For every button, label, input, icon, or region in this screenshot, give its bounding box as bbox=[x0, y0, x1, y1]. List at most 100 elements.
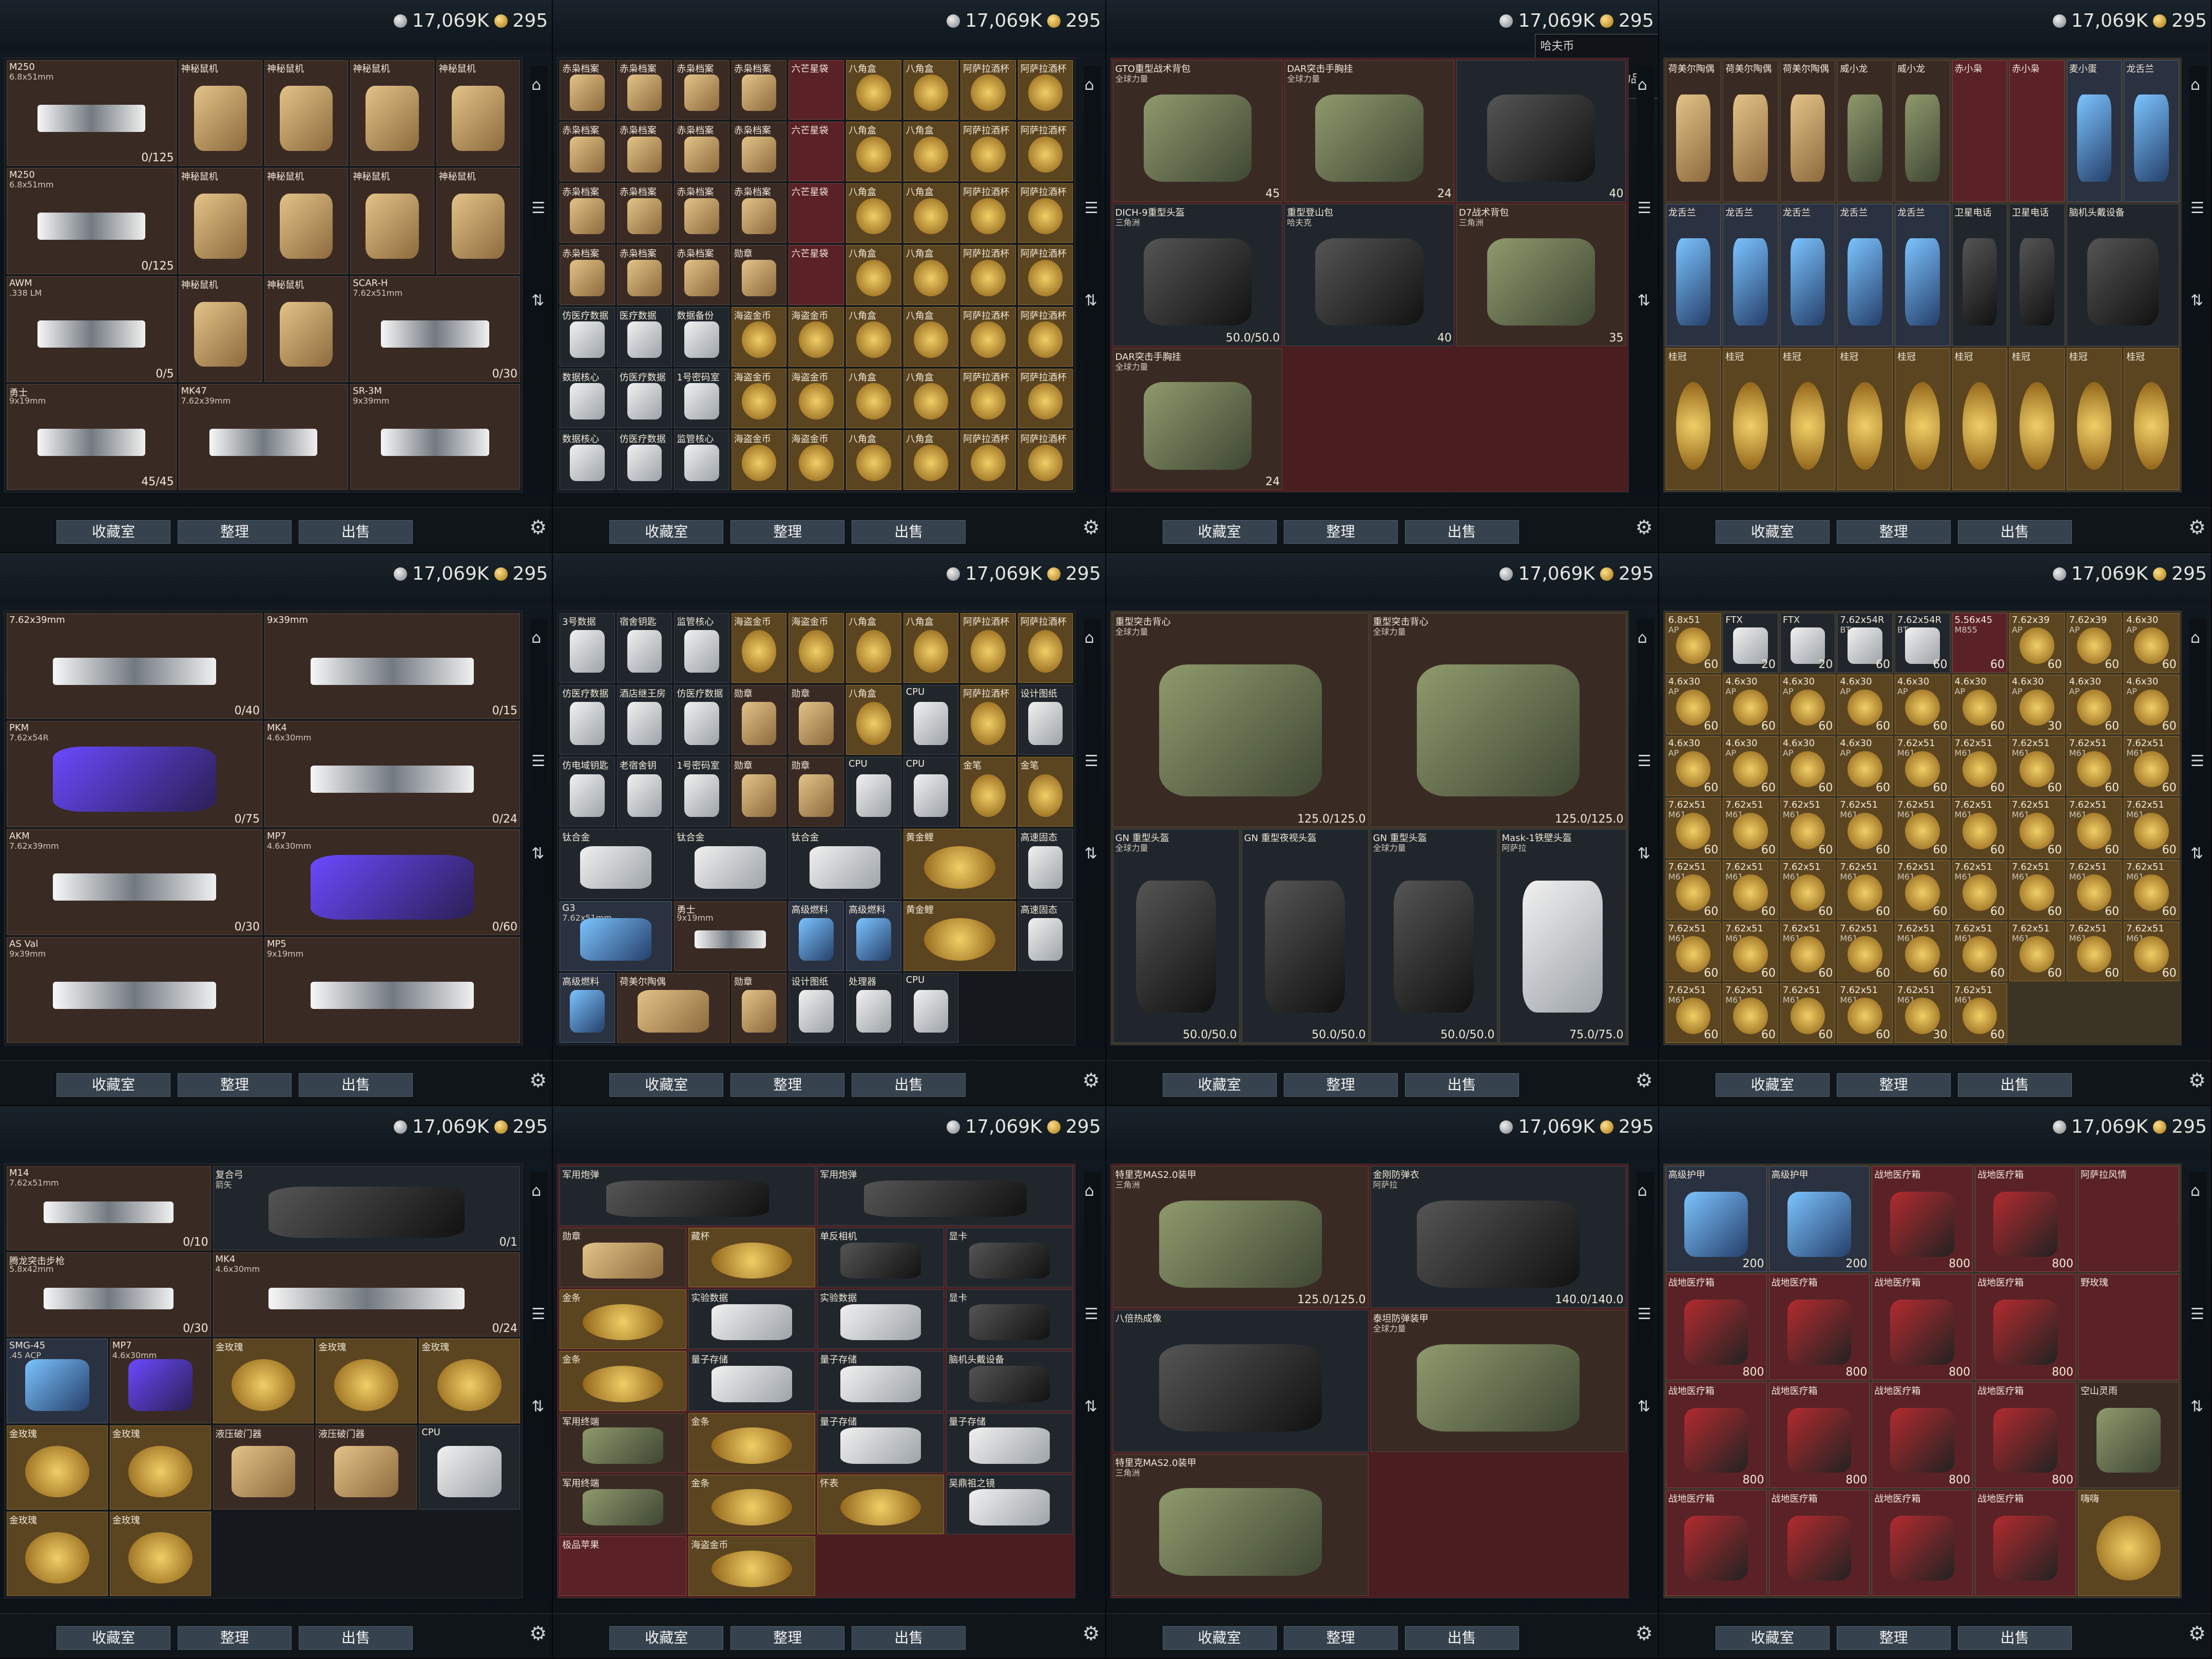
inventory-slot[interactable]: MK47 7.62x39mm bbox=[178, 384, 349, 490]
inventory-slot[interactable]: 量子存储 bbox=[946, 1413, 1073, 1473]
sort-icon[interactable]: ⇅ bbox=[1085, 1398, 1098, 1416]
settings-gear-icon[interactable]: ⚙ bbox=[2188, 516, 2206, 539]
inventory-slot[interactable]: 4.6x30 AP 60 bbox=[1894, 675, 1950, 735]
inventory-slot[interactable]: MP7 4.6x30mm bbox=[109, 1339, 211, 1423]
inventory-slot[interactable]: 六芒星袋 bbox=[788, 245, 844, 305]
inventory-slot[interactable]: 黄金鲤 bbox=[903, 901, 1016, 971]
inventory-slot[interactable]: M250 6.8x51mm 0/125 bbox=[7, 60, 177, 166]
inventory-slot[interactable]: 赤枭档案 bbox=[731, 122, 787, 182]
filter-icon[interactable]: ☰ bbox=[2190, 199, 2204, 217]
inventory-slot[interactable]: 赤枭档案 bbox=[617, 60, 672, 120]
settings-gear-icon[interactable]: ⚙ bbox=[2188, 1622, 2206, 1645]
sort-button[interactable]: 整理 bbox=[1283, 520, 1398, 544]
menu-icon[interactable]: ⌂ bbox=[1085, 1182, 1094, 1200]
inventory-slot[interactable]: MK4 4.6x30mm 0/24 bbox=[264, 721, 520, 827]
inventory-slot[interactable]: 赤枭档案 bbox=[674, 245, 729, 305]
inventory-slot[interactable]: CPU bbox=[903, 972, 959, 1043]
sell-button[interactable]: 出售 bbox=[1405, 520, 1519, 544]
inventory-slot[interactable]: 7.62x51 M61 60 bbox=[1894, 860, 1950, 920]
inventory-slot[interactable]: 嗨嗨 bbox=[2078, 1490, 2179, 1596]
inventory-slot[interactable]: 7.62x51 M61 60 bbox=[1952, 798, 2008, 858]
inventory-slot[interactable]: 金玫瑰 bbox=[316, 1339, 417, 1423]
inventory-slot[interactable]: 7.62x51 M61 60 bbox=[2066, 736, 2122, 796]
inventory-slot[interactable]: 腾龙突击步枪 5.8x42mm 0/30 bbox=[7, 1252, 211, 1337]
inventory-slot[interactable]: 阿萨拉酒杯 bbox=[960, 122, 1016, 182]
inventory-slot[interactable]: DAR突击手胸挂 全球力量 24 bbox=[1112, 348, 1283, 490]
inventory-slot[interactable]: 神秘鼠机 bbox=[264, 60, 349, 166]
inventory-slot[interactable]: 神秘鼠机 bbox=[178, 276, 262, 382]
inventory-slot[interactable]: 监管核心 bbox=[674, 613, 729, 683]
inventory-slot[interactable]: CPU bbox=[846, 757, 901, 827]
filter-icon[interactable]: ☰ bbox=[1085, 752, 1099, 770]
inventory-slot[interactable]: CPU bbox=[903, 757, 959, 827]
inventory-slot[interactable]: 7.62x51 M61 60 bbox=[1780, 798, 1836, 858]
inventory-slot[interactable]: 赤小枭 bbox=[2009, 60, 2065, 202]
inventory-slot[interactable]: 龙舌兰 bbox=[1894, 204, 1950, 346]
inventory-slot[interactable]: 7.62x51 M61 60 bbox=[1723, 860, 1778, 920]
inventory-slot[interactable]: 赤枭档案 bbox=[617, 245, 672, 305]
inventory-slot[interactable]: 八角盒 bbox=[846, 122, 901, 182]
inventory-slot[interactable]: 神秘鼠机 bbox=[350, 168, 434, 274]
inventory-slot[interactable]: 7.62x51 M61 60 bbox=[2124, 798, 2179, 858]
inventory-slot[interactable]: 阿萨拉酒杯 bbox=[960, 368, 1016, 428]
inventory-slot[interactable]: 八角盒 bbox=[846, 245, 901, 305]
inventory-slot[interactable]: 量子存储 bbox=[688, 1351, 816, 1411]
inventory-slot[interactable]: 荷美尔陶偶 bbox=[1665, 60, 1721, 202]
sell-button[interactable]: 出售 bbox=[1405, 1073, 1519, 1097]
inventory-slot[interactable]: 40 bbox=[1456, 60, 1626, 202]
inventory-slot[interactable]: 威小龙 bbox=[1894, 60, 1950, 202]
inventory-slot[interactable]: 仿医疗数据 bbox=[617, 430, 672, 490]
menu-icon[interactable]: ⌂ bbox=[531, 629, 541, 647]
inventory-slot[interactable]: 野玫瑰 bbox=[2078, 1274, 2179, 1380]
inventory-slot[interactable]: 7.62x39mm 0/40 bbox=[7, 613, 262, 719]
inventory-slot[interactable]: 龙舌兰 bbox=[1837, 204, 1893, 346]
inventory-slot[interactable]: 1号密码室 bbox=[674, 368, 729, 428]
sell-button[interactable]: 出售 bbox=[852, 1073, 966, 1097]
settings-gear-icon[interactable]: ⚙ bbox=[1082, 1622, 1100, 1645]
inventory-slot[interactable]: 阿萨拉酒杯 bbox=[1017, 368, 1073, 428]
menu-icon[interactable]: ⌂ bbox=[1085, 76, 1094, 94]
inventory-slot[interactable]: 7.62x39 AP 60 bbox=[2066, 613, 2122, 673]
inventory-slot[interactable]: 7.62x51 M61 60 bbox=[1952, 983, 2008, 1043]
inventory-slot[interactable]: 神秘鼠机 bbox=[436, 60, 520, 166]
sort-icon[interactable]: ⇅ bbox=[531, 292, 544, 310]
inventory-slot[interactable]: 龙舌兰 bbox=[1723, 204, 1778, 346]
inventory-slot[interactable]: 荷美尔陶偶 bbox=[617, 972, 729, 1043]
inventory-slot[interactable]: 赤枭档案 bbox=[560, 122, 615, 182]
filter-icon[interactable]: ☰ bbox=[1085, 199, 1099, 217]
inventory-slot[interactable]: 战地医疗箱 800 bbox=[1665, 1382, 1767, 1488]
filter-icon[interactable]: ☰ bbox=[1638, 752, 1651, 770]
inventory-slot[interactable]: 4.6x30 AP 60 bbox=[1665, 736, 1721, 796]
inventory-slot[interactable]: 神秘鼠机 bbox=[178, 168, 262, 274]
inventory-slot[interactable]: 仿医疗数据 bbox=[560, 307, 615, 367]
sell-button[interactable]: 出售 bbox=[299, 1626, 413, 1650]
sort-button[interactable]: 整理 bbox=[1836, 520, 1951, 544]
inventory-slot[interactable]: 设计图纸 bbox=[1017, 685, 1073, 755]
inventory-slot[interactable]: 桂冠 bbox=[1952, 348, 2008, 490]
inventory-slot[interactable]: 7.62x51 M61 60 bbox=[1665, 860, 1721, 920]
inventory-slot[interactable]: 勋章 bbox=[788, 757, 844, 827]
vault-button[interactable]: 收藏室 bbox=[1715, 1073, 1830, 1097]
inventory-slot[interactable]: 阿萨拉酒杯 bbox=[1017, 122, 1073, 182]
inventory-slot[interactable]: 单反相机 bbox=[817, 1228, 945, 1288]
inventory-slot[interactable]: 勋章 bbox=[731, 972, 787, 1043]
inventory-slot[interactable]: 钛合金 bbox=[788, 829, 901, 899]
inventory-slot[interactable]: 战地医疗箱 800 bbox=[1975, 1274, 2076, 1380]
inventory-slot[interactable]: 海盗金币 bbox=[788, 368, 844, 428]
sell-button[interactable]: 出售 bbox=[1405, 1626, 1519, 1650]
inventory-slot[interactable]: 战地医疗箱 bbox=[1872, 1490, 1973, 1596]
inventory-slot[interactable]: 荷美尔陶偶 bbox=[1780, 60, 1836, 202]
inventory-slot[interactable]: 卫星电话 bbox=[2009, 204, 2065, 346]
inventory-slot[interactable]: 赤枭档案 bbox=[731, 60, 787, 120]
inventory-slot[interactable]: 3号数据 bbox=[560, 613, 615, 683]
inventory-slot[interactable]: 海盗金币 bbox=[731, 430, 787, 490]
inventory-slot[interactable]: 极品苹果 bbox=[560, 1536, 687, 1596]
inventory-slot[interactable]: 桂冠 bbox=[1665, 348, 1721, 490]
inventory-slot[interactable]: 复合弓 箭矢 0/1 bbox=[213, 1166, 520, 1251]
inventory-slot[interactable]: 高速固态 bbox=[1017, 901, 1073, 971]
inventory-slot[interactable]: 7.62x51 M61 60 bbox=[1894, 798, 1950, 858]
inventory-slot[interactable]: 7.62x54R BT 60 bbox=[1837, 613, 1893, 673]
inventory-slot[interactable]: 实验数据 bbox=[817, 1289, 945, 1349]
inventory-slot[interactable]: 六芒星袋 bbox=[788, 122, 844, 182]
inventory-slot[interactable]: 黄金鲤 bbox=[903, 829, 1016, 899]
